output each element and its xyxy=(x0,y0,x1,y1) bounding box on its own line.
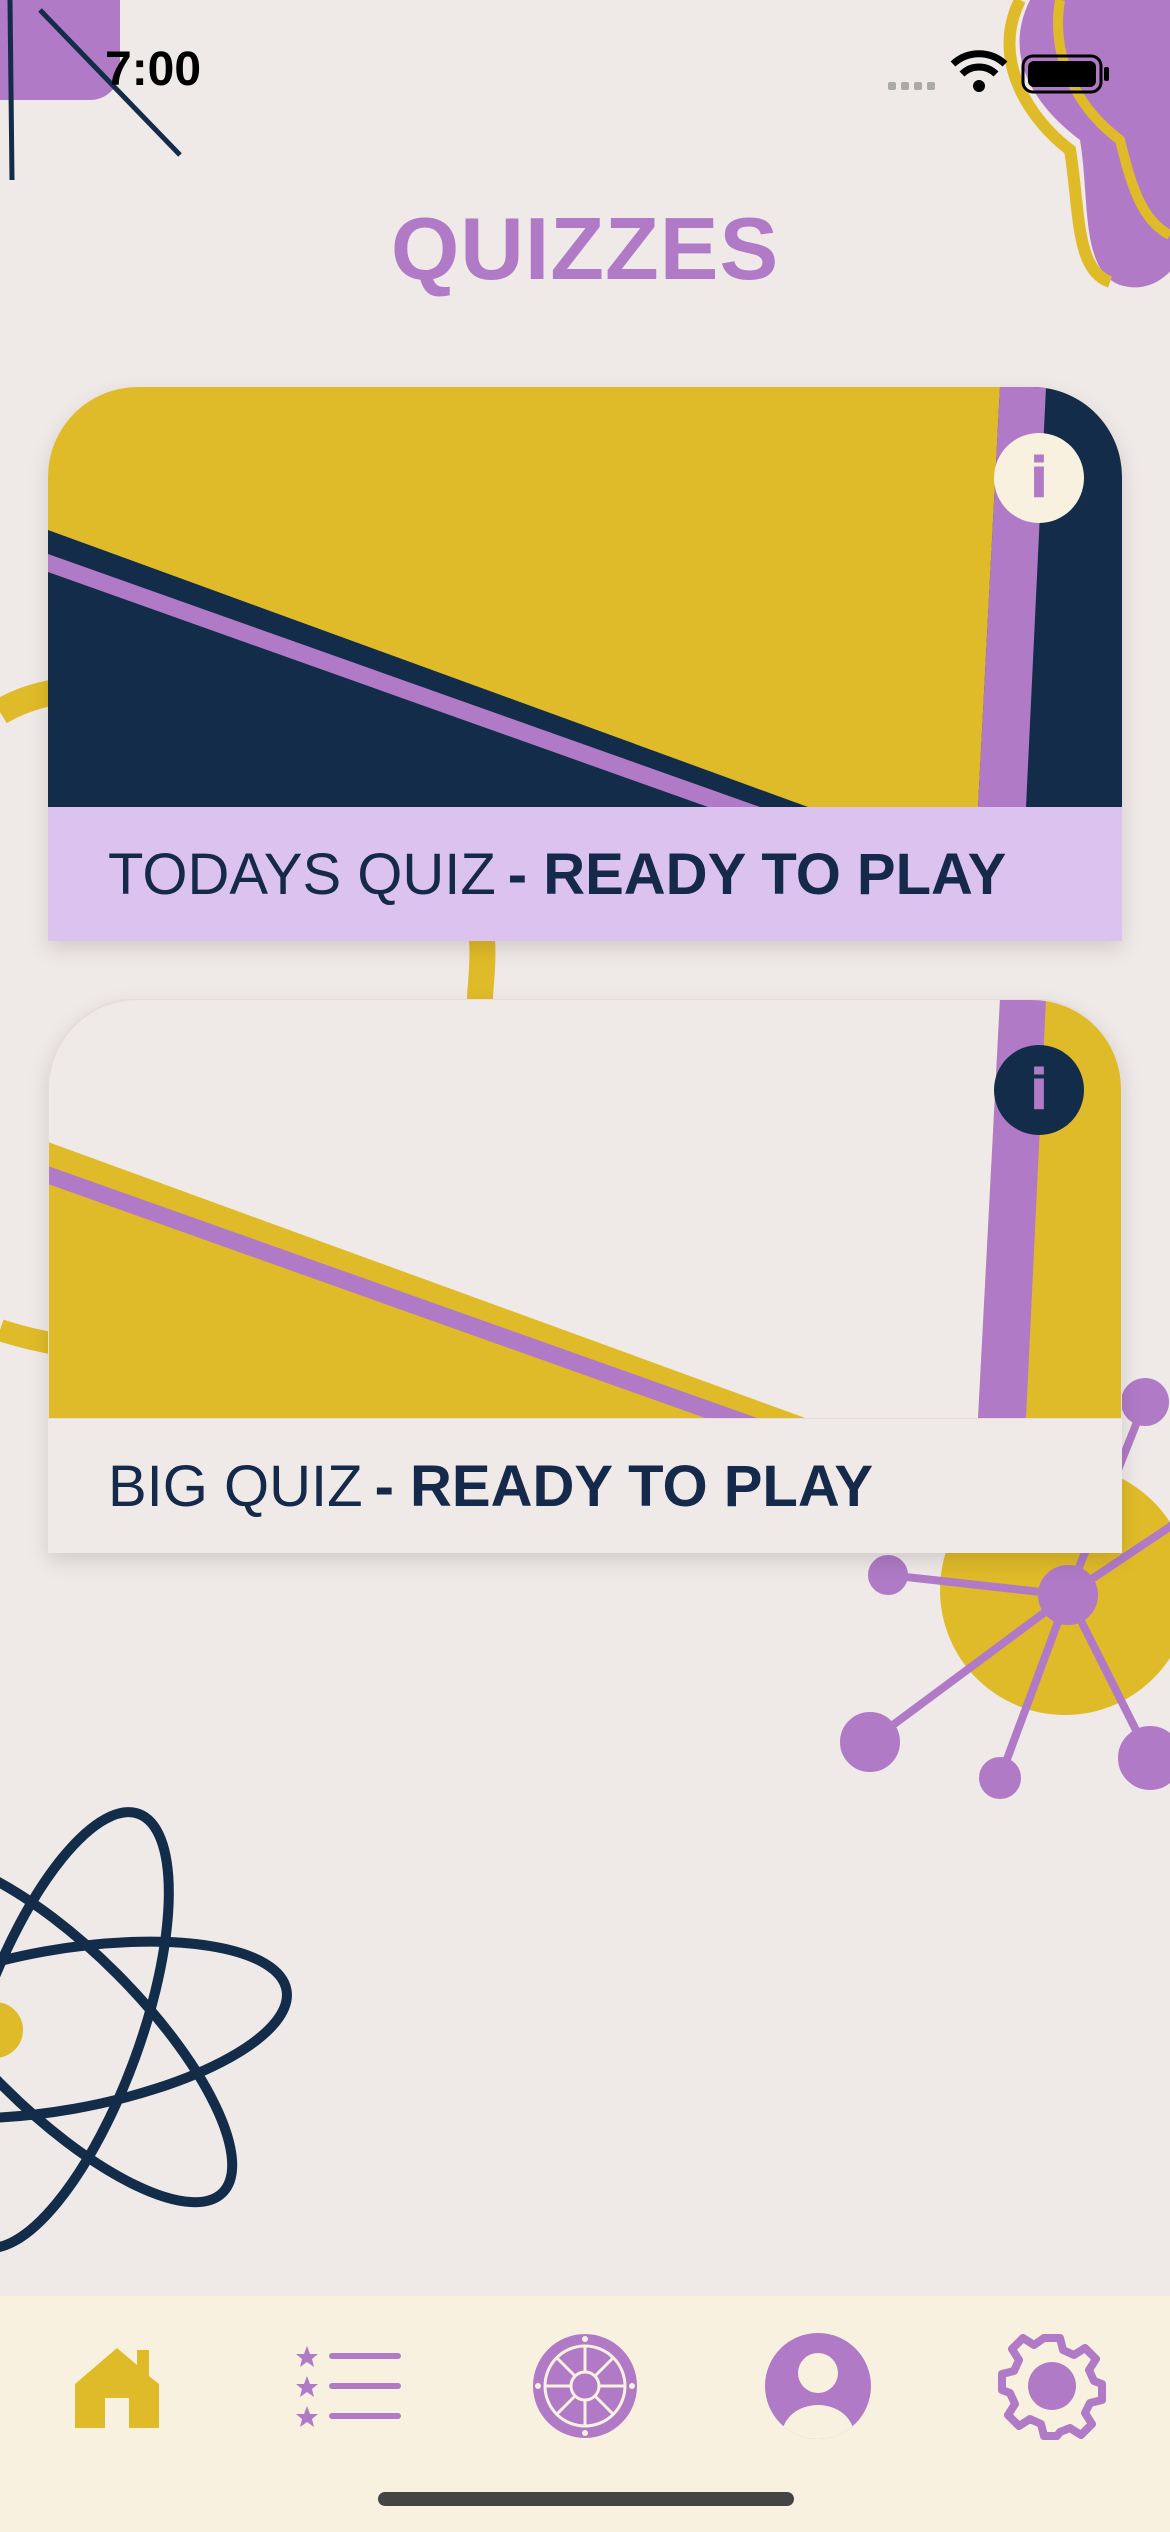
signal-icon xyxy=(888,82,935,90)
leaderboard-icon xyxy=(296,2346,401,2427)
quiz-card-todays[interactable]: i TODAYS QUIZ - READY TO PLAY xyxy=(48,387,1122,941)
quiz-card-art xyxy=(48,999,1122,1419)
tab-wheel[interactable] xyxy=(515,2316,655,2456)
settings-icon xyxy=(998,2334,1106,2440)
quiz-status: - READY TO PLAY xyxy=(374,1453,874,1519)
quiz-card-art xyxy=(48,387,1122,807)
wifi-icon xyxy=(950,50,1008,92)
quiz-name: TODAYS QUIZ xyxy=(108,841,496,907)
quiz-card-label: TODAYS QUIZ - READY TO PLAY xyxy=(48,807,1122,941)
tab-profile[interactable] xyxy=(748,2316,888,2456)
status-icons xyxy=(888,50,1118,100)
quiz-card-label: BIG QUIZ - READY TO PLAY xyxy=(48,1419,1122,1553)
status-bar: 7:00 xyxy=(0,0,1170,150)
home-indicator[interactable] xyxy=(378,2492,794,2506)
quiz-name: BIG QUIZ xyxy=(108,1453,363,1519)
info-button[interactable]: i xyxy=(994,433,1084,523)
atom-nucleus xyxy=(0,2002,23,2058)
battery-icon xyxy=(1021,54,1109,94)
info-icon: i xyxy=(1029,1057,1049,1123)
quiz-status: - READY TO PLAY xyxy=(507,841,1007,907)
info-icon: i xyxy=(1029,445,1049,511)
tab-home[interactable] xyxy=(47,2316,187,2456)
home-icon xyxy=(75,2348,159,2428)
status-time: 7:00 xyxy=(105,43,202,96)
info-button[interactable]: i xyxy=(994,1045,1084,1135)
page-title: QUIZZES xyxy=(390,199,780,298)
profile-icon xyxy=(765,2333,871,2439)
tab-settings[interactable] xyxy=(982,2316,1122,2456)
atom-graphic xyxy=(0,1807,292,2253)
tab-leaderboard[interactable] xyxy=(280,2316,420,2456)
quiz-card-big[interactable]: i BIG QUIZ - READY TO PLAY xyxy=(48,999,1122,1553)
wheel-icon xyxy=(533,2334,637,2438)
